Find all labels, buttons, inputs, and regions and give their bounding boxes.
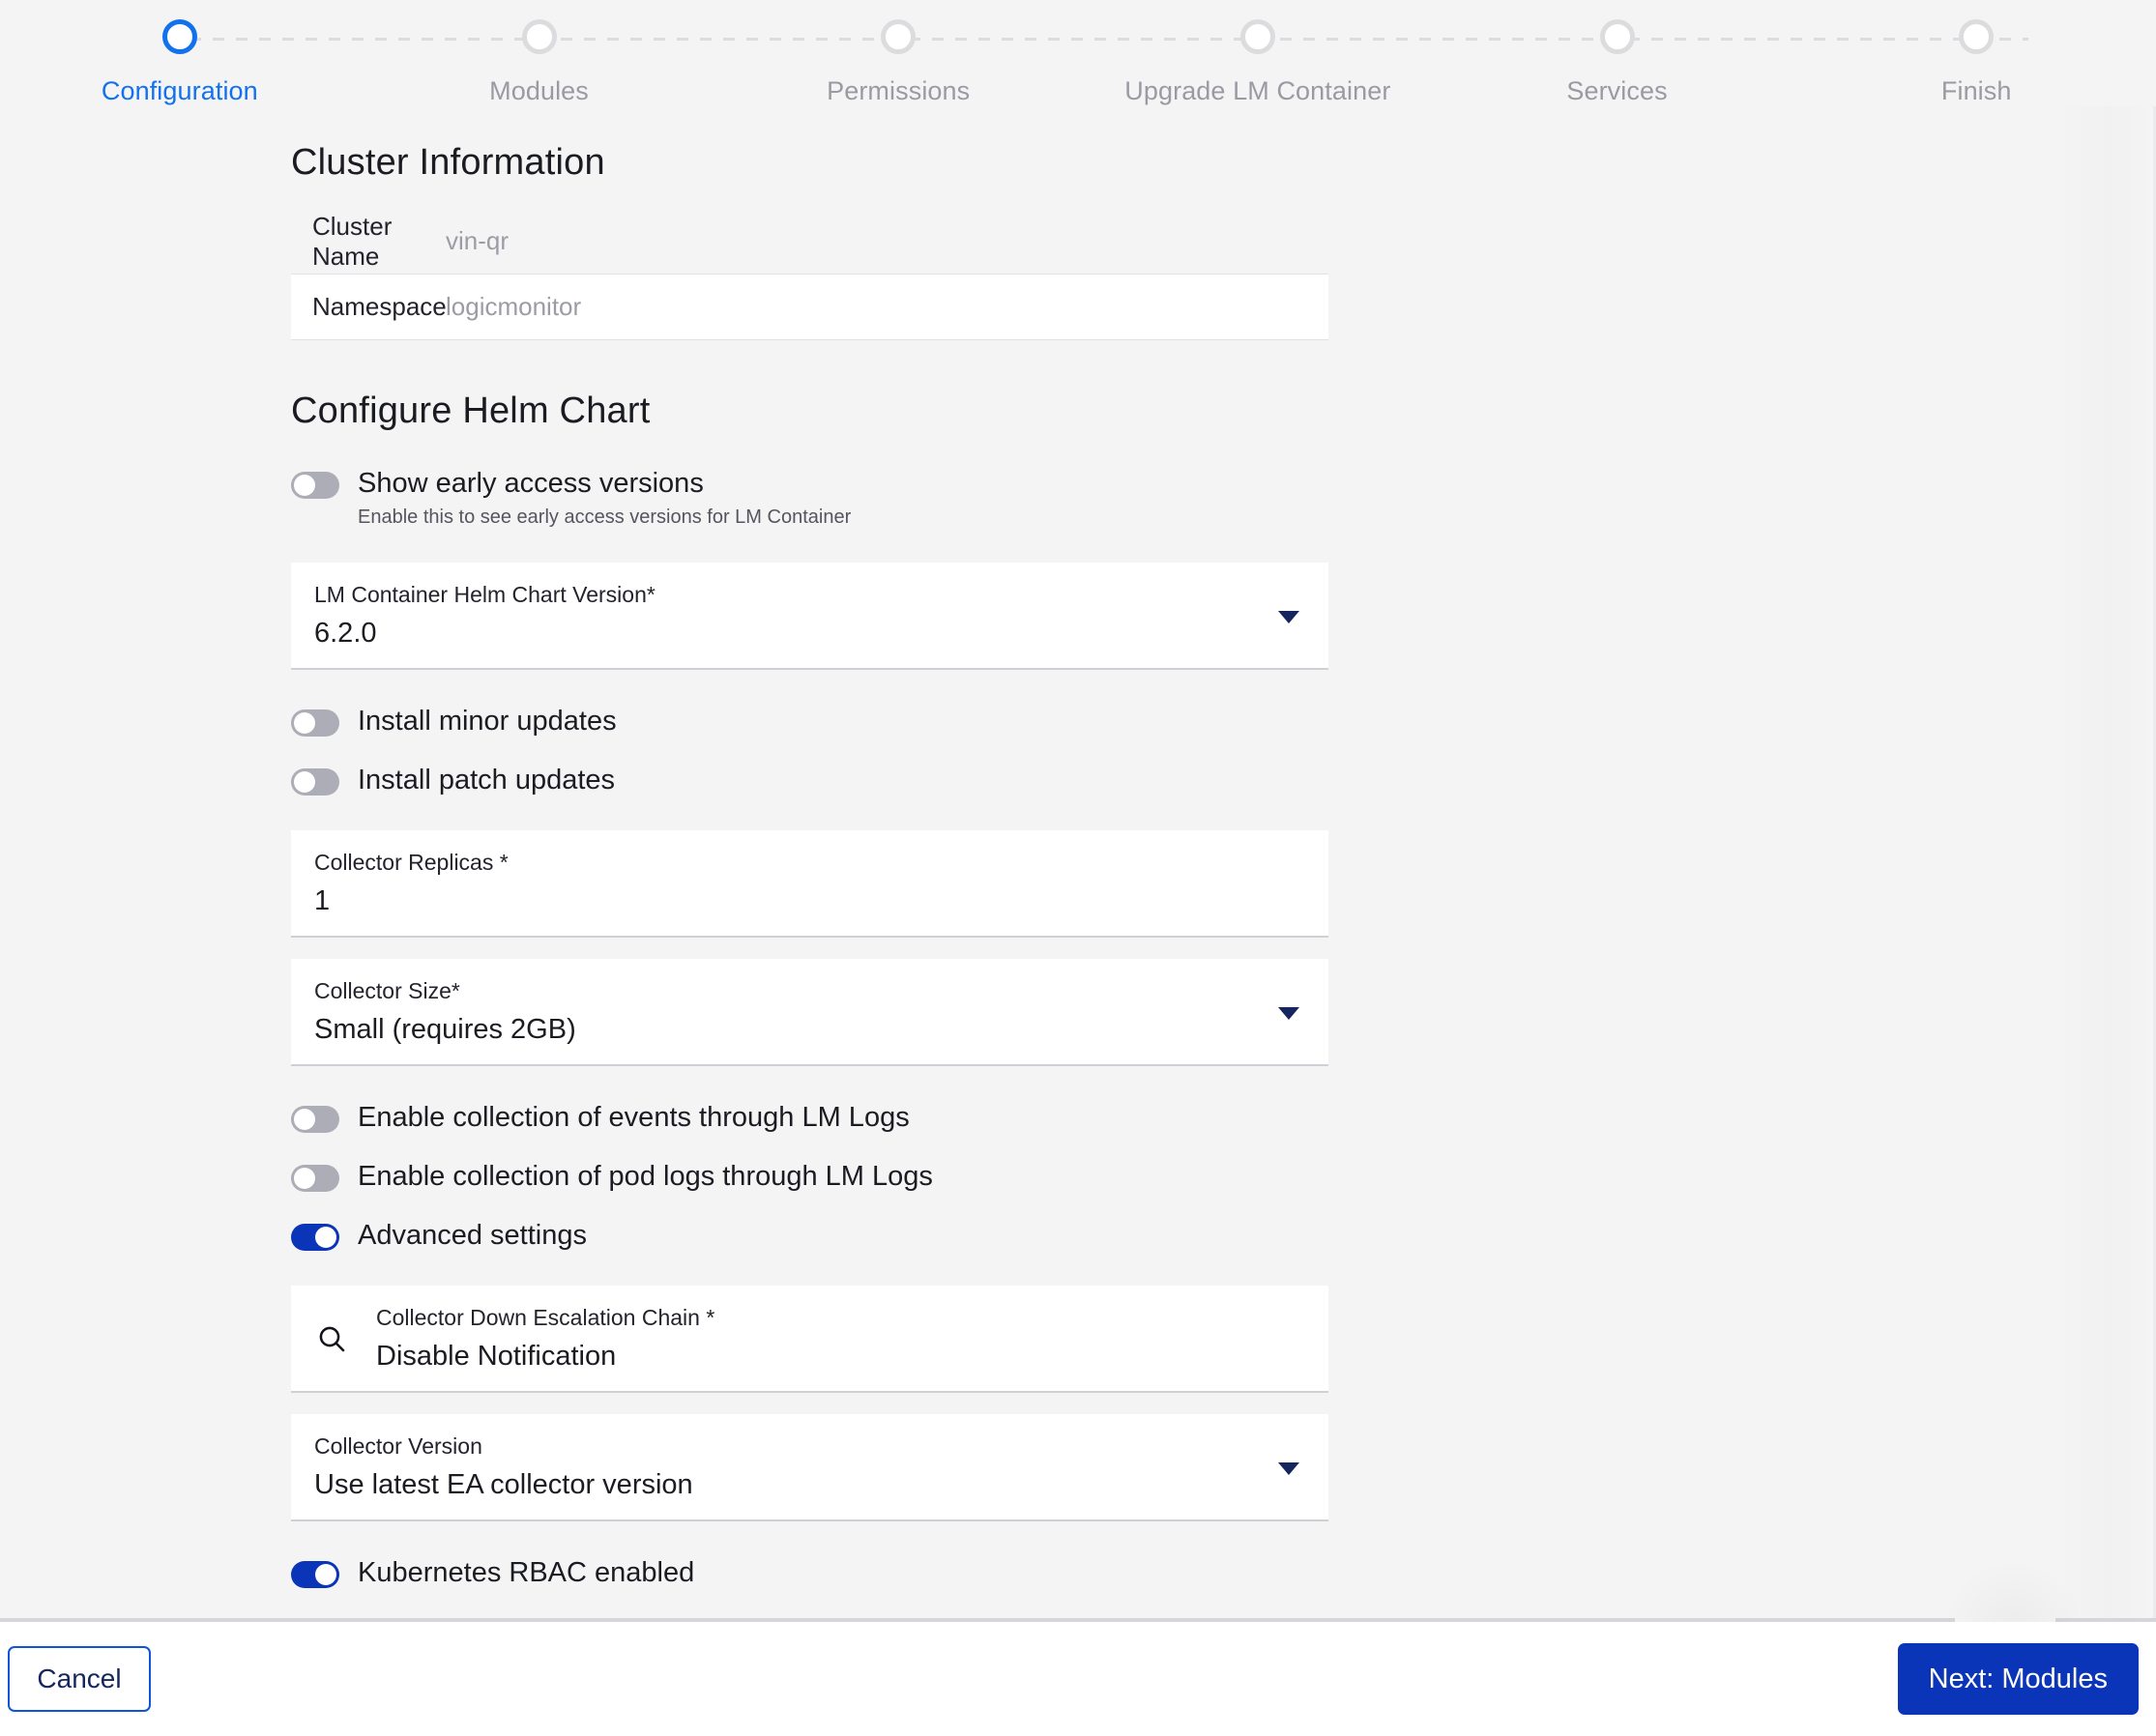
step-services[interactable]: Services xyxy=(1438,19,1797,121)
step-label: Finish xyxy=(1940,76,2012,105)
toggle-knob-icon xyxy=(294,1109,315,1130)
wizard-stepper: Configuration Modules Permissions Upgrad… xyxy=(0,0,2156,121)
collector-version-label: Collector Version xyxy=(314,1433,482,1459)
cluster-name-label: Cluster Name xyxy=(312,211,393,271)
wizard-content-scroll[interactable]: Cluster Information Cluster Name vin-qr … xyxy=(0,121,2156,1625)
wizard-footer: Cancel Next: Modules xyxy=(0,1622,2156,1736)
show-early-access-versions-row[interactable]: Show early access versions Enable this t… xyxy=(291,453,1867,541)
helm-chart-version-select[interactable]: LM Container Helm Chart Version* 6.2.0 xyxy=(291,563,1328,670)
step-finish[interactable]: Finish xyxy=(1796,19,2156,121)
step-dot-icon xyxy=(1959,19,1995,54)
cancel-button[interactable]: Cancel xyxy=(8,1646,151,1712)
step-dot-icon xyxy=(1239,19,1275,54)
chevron-down-icon[interactable] xyxy=(1278,1461,1299,1475)
step-label: Configuration xyxy=(101,76,258,105)
helm-chart-version-label: LM Container Helm Chart Version* xyxy=(314,582,656,607)
namespace-row: Namespace logicmonitor xyxy=(291,275,1328,340)
install-patch-updates-row[interactable]: Install patch updates xyxy=(291,750,1867,809)
kubernetes-rbac-label: Kubernetes RBAC enabled xyxy=(358,1557,695,1588)
toggle-knob-icon xyxy=(294,712,315,734)
collector-replicas-value[interactable]: 1 xyxy=(314,883,1305,918)
toggle-knob-icon xyxy=(294,771,315,793)
collector-version-value: Use latest EA collector version xyxy=(314,1469,693,1500)
step-label: Upgrade LM Container xyxy=(1124,76,1391,105)
kubernetes-rbac-toggle[interactable] xyxy=(291,1561,339,1588)
install-minor-updates-toggle[interactable] xyxy=(291,709,339,737)
step-label: Modules xyxy=(489,76,589,105)
enable-pod-logs-lm-logs-label: Enable collection of pod logs through LM… xyxy=(358,1161,933,1192)
toggle-knob-icon xyxy=(294,1168,315,1189)
step-label: Services xyxy=(1566,76,1668,105)
collector-replicas-input[interactable]: Collector Replicas * 1 xyxy=(291,830,1328,938)
step-dot-icon xyxy=(881,19,917,54)
wizard-form: Cluster Information Cluster Name vin-qr … xyxy=(289,142,1867,1625)
advanced-settings-row[interactable]: Advanced settings xyxy=(291,1205,1867,1264)
collector-down-escalation-chain-value[interactable]: Disable Notification xyxy=(376,1339,1305,1374)
collector-down-escalation-chain-label: Collector Down Escalation Chain * xyxy=(376,1305,715,1330)
cluster-name-row: Cluster Name vin-qr xyxy=(291,209,1328,275)
collector-down-escalation-chain-field[interactable]: Collector Down Escalation Chain * Disabl… xyxy=(291,1286,1328,1393)
namespace-value: logicmonitor xyxy=(446,292,582,321)
enable-pod-logs-lm-logs-row[interactable]: Enable collection of pod logs through LM… xyxy=(291,1146,1867,1205)
enable-events-lm-logs-label: Enable collection of events through LM L… xyxy=(358,1102,910,1133)
cluster-information-rows: Cluster Name vin-qr Namespace logicmonit… xyxy=(291,209,1328,340)
helm-chart-version-value: 6.2.0 xyxy=(314,618,377,649)
lm-container-wizard: Configuration Modules Permissions Upgrad… xyxy=(0,0,2156,1736)
collector-version-select[interactable]: Collector Version Use latest EA collecto… xyxy=(291,1414,1328,1521)
collector-size-label: Collector Size* xyxy=(314,978,460,1003)
step-configuration[interactable]: Configuration xyxy=(0,19,360,121)
cluster-name-value: vin-qr xyxy=(446,226,510,255)
enable-pod-logs-lm-logs-toggle[interactable] xyxy=(291,1165,339,1192)
show-early-access-versions-label: Show early access versions xyxy=(358,468,704,499)
search-icon[interactable] xyxy=(316,1323,347,1354)
advanced-settings-label: Advanced settings xyxy=(358,1220,587,1251)
step-dot-icon xyxy=(161,19,197,54)
cluster-information-title: Cluster Information xyxy=(291,142,605,183)
kubernetes-rbac-row[interactable]: Kubernetes RBAC enabled xyxy=(291,1543,1867,1602)
step-dot-icon xyxy=(1599,19,1635,54)
chevron-down-icon[interactable] xyxy=(1278,610,1299,623)
stepper-steps: Configuration Modules Permissions Upgrad… xyxy=(0,19,2156,121)
configure-helm-chart-title: Configure Helm Chart xyxy=(291,391,651,431)
install-minor-updates-label: Install minor updates xyxy=(358,706,617,737)
show-early-access-versions-help: Enable this to see early access versions… xyxy=(358,506,852,528)
collector-size-value: Small (requires 2GB) xyxy=(314,1014,576,1045)
step-label: Permissions xyxy=(827,76,971,105)
toggle-knob-icon xyxy=(294,475,315,496)
step-modules[interactable]: Modules xyxy=(360,19,719,121)
step-dot-icon xyxy=(521,19,557,54)
toggle-knob-icon xyxy=(315,1564,336,1585)
toggle-knob-icon xyxy=(315,1227,336,1248)
next-modules-button[interactable]: Next: Modules xyxy=(1897,1643,2139,1715)
enable-events-lm-logs-row[interactable]: Enable collection of events through LM L… xyxy=(291,1087,1867,1146)
collector-size-select[interactable]: Collector Size* Small (requires 2GB) xyxy=(291,959,1328,1066)
step-upgrade-lm-container[interactable]: Upgrade LM Container xyxy=(1078,19,1438,121)
advanced-settings-toggle[interactable] xyxy=(291,1224,339,1251)
namespace-label: Namespace xyxy=(312,292,447,321)
step-permissions[interactable]: Permissions xyxy=(718,19,1078,121)
install-patch-updates-toggle[interactable] xyxy=(291,768,339,796)
install-minor-updates-row[interactable]: Install minor updates xyxy=(291,691,1867,750)
collector-replicas-label: Collector Replicas * xyxy=(314,850,509,875)
enable-events-lm-logs-toggle[interactable] xyxy=(291,1106,339,1133)
show-early-access-versions-toggle[interactable] xyxy=(291,472,339,499)
install-patch-updates-label: Install patch updates xyxy=(358,765,616,796)
chevron-down-icon[interactable] xyxy=(1278,1006,1299,1020)
